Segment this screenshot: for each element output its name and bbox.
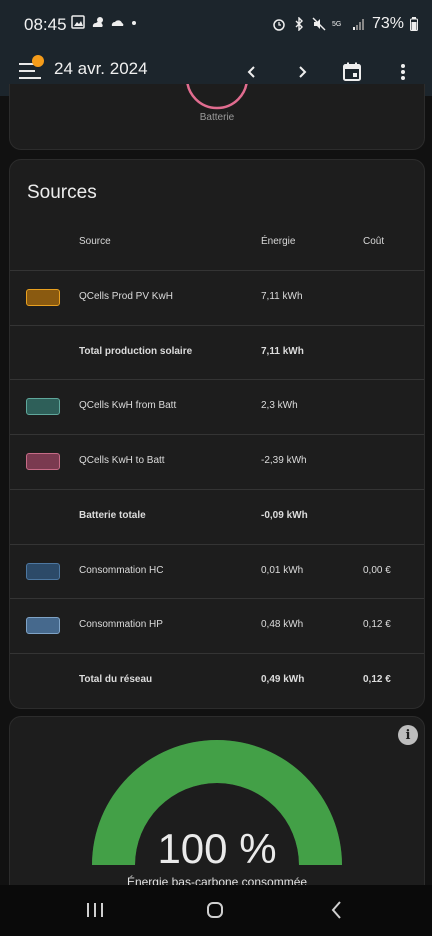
header-energy: Énergie (261, 236, 296, 247)
calendar-icon (343, 62, 361, 81)
table-row[interactable]: Consommation HP 0,48 kWh 0,12 € (10, 598, 424, 653)
bluetooth-icon (295, 17, 303, 31)
battery-percent: 73% (371, 15, 404, 32)
sources-title: Sources (27, 182, 97, 203)
recent-apps-button[interactable] (81, 897, 109, 923)
navigation-bar (0, 885, 432, 936)
mute-icon (312, 17, 326, 31)
source-name: QCells KwH from Batt (79, 400, 177, 412)
cost-value: 0,12 € (363, 673, 391, 685)
signal-icon (352, 19, 364, 30)
back-icon (331, 901, 341, 919)
image-icon (71, 15, 85, 29)
battery-icon (410, 17, 418, 31)
alarm-icon (273, 19, 285, 31)
source-name: Consommation HC (79, 564, 164, 576)
header-source: Source (79, 236, 111, 247)
table-row[interactable]: QCells KwH to Batt -2,39 kWh (10, 434, 424, 489)
energy-value: 0,01 kWh (261, 564, 304, 576)
table-row[interactable]: Total du réseau 0,49 kWh 0,12 € (10, 652, 424, 708)
recent-apps-icon (87, 903, 103, 917)
color-swatch (26, 453, 60, 471)
color-swatch (26, 398, 60, 416)
table-row[interactable]: Consommation HC 0,01 kWh 0,00 € (10, 543, 424, 599)
chevron-left-icon (247, 66, 255, 78)
battery-label: Batterie (199, 112, 235, 123)
table-row[interactable]: QCells KwH from Batt 2,3 kWh (10, 379, 424, 434)
source-name: Total production solaire (79, 345, 193, 357)
dot-icon (132, 21, 136, 25)
source-name: QCells KwH to Batt (79, 455, 165, 467)
more-vert-icon (401, 64, 405, 80)
color-swatch (26, 617, 60, 635)
color-swatch (26, 289, 60, 306)
energy-value: 7,11 kWh (261, 345, 304, 357)
battery-ring (186, 84, 248, 110)
energy-value: 7,11 kWh (261, 291, 303, 302)
color-swatch (26, 562, 60, 580)
svg-text:5G: 5G (332, 21, 341, 28)
source-name: Consommation HP (79, 619, 163, 631)
back-button[interactable] (323, 897, 351, 923)
source-name: Batterie totale (79, 509, 146, 521)
notification-dot (32, 55, 44, 67)
source-name: Total du réseau (79, 673, 153, 685)
chevron-right-icon (299, 66, 307, 78)
cloud-sun-icon (92, 17, 103, 27)
energy-value: -0,09 kWh (261, 509, 308, 521)
home-button[interactable] (201, 897, 229, 923)
home-icon (207, 902, 223, 918)
status-right: 5G 73% (272, 15, 418, 33)
energy-value: 2,3 kWh (261, 400, 298, 412)
cloud-icon (111, 20, 124, 26)
gauge-value: 100 % (157, 825, 277, 872)
table-row[interactable]: Batterie totale -0,09 kWh (10, 488, 424, 544)
5g-icon: 5G (332, 21, 341, 28)
date-title[interactable]: 24 avr. 2024 (54, 59, 148, 79)
source-name: QCells Prod PV KwH (79, 291, 173, 302)
energy-value: -2,39 kWh (261, 455, 307, 467)
energy-value: 0,49 kWh (261, 673, 305, 685)
cost-value: 0,00 € (363, 564, 391, 576)
energy-value: 0,48 kWh (261, 619, 304, 631)
status-bar: 08:45 5G 73% (0, 0, 432, 50)
table-row[interactable]: Total production solaire 7,11 kWh (10, 324, 424, 380)
battery-card: Batterie (9, 84, 425, 150)
status-time: 08:45 (24, 15, 67, 34)
status-left-icons (71, 15, 137, 29)
table-row[interactable]: QCells Prod PV KwH 7,11 kWh (10, 270, 424, 325)
header-cost: Coût (363, 236, 385, 247)
sources-card: Sources Source Énergie Coût QCells Prod … (9, 159, 425, 709)
cost-value: 0,12 € (363, 619, 391, 631)
